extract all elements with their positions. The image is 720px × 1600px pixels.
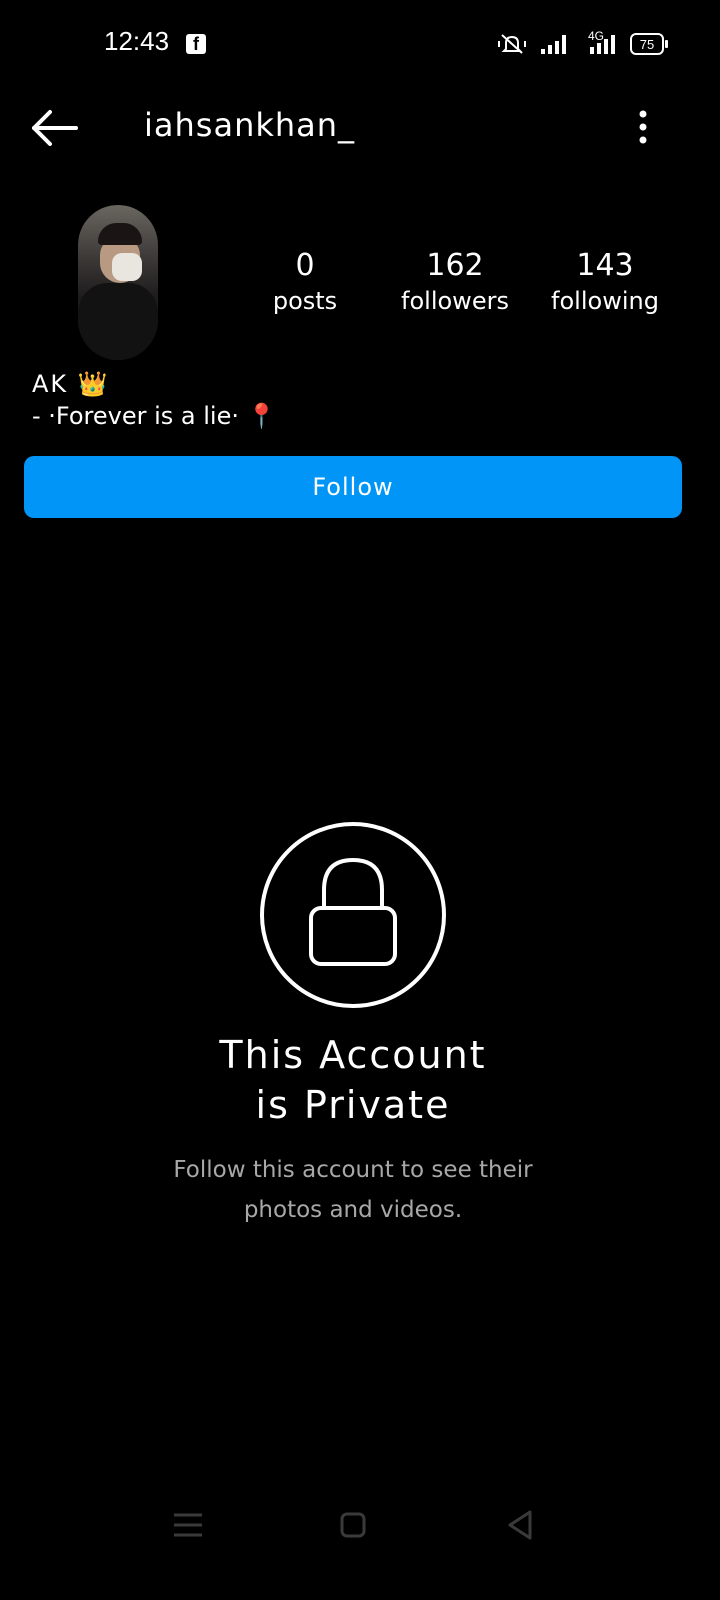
private-title-line1: This Account (219, 1033, 487, 1077)
follow-button[interactable]: Follow (24, 456, 682, 518)
followers-count: 162 (426, 248, 484, 283)
signal-4g-icon: 4G (582, 29, 616, 55)
following-count: 143 (576, 248, 634, 283)
profile-display-name: AK 👑 (32, 370, 110, 398)
private-subtitle-line2: photos and videos. (243, 1197, 463, 1223)
followers-label: followers (401, 287, 509, 315)
signal-icon (541, 35, 566, 54)
back-nav-icon[interactable] (500, 1505, 540, 1545)
profile-username: iahsankhan_ (144, 106, 356, 144)
following-label: following (551, 287, 659, 315)
posts-count: 0 (295, 248, 315, 283)
stat-following[interactable]: 143 following (540, 248, 670, 318)
stat-posts: 0 posts (240, 248, 370, 318)
status-time: 12:43 (104, 26, 170, 56)
more-vertical-icon[interactable] (630, 108, 656, 148)
back-arrow-icon[interactable] (30, 108, 80, 148)
battery-icon: 75 (630, 33, 668, 55)
lock-icon (260, 822, 446, 1008)
private-title-line2: is Private (255, 1083, 451, 1127)
private-subtitle-line1: Follow this account to see their (173, 1157, 533, 1183)
menu-nav-icon[interactable] (168, 1505, 208, 1545)
profile-bio: - ·Forever is a lie· 📍 (32, 402, 277, 430)
facebook-icon: f (186, 34, 206, 54)
posts-label: posts (272, 287, 338, 315)
home-nav-icon[interactable] (333, 1505, 373, 1545)
status-icons: 4G 75 (498, 29, 668, 56)
stat-followers[interactable]: 162 followers (390, 248, 520, 318)
private-account-subtitle: Follow this account to see their photos … (120, 1150, 586, 1230)
profile-avatar[interactable] (78, 205, 158, 360)
mute-vibrate-icon (498, 34, 526, 54)
battery-level: 75 (639, 36, 655, 52)
private-account-title: This Account is Private (160, 1030, 546, 1130)
